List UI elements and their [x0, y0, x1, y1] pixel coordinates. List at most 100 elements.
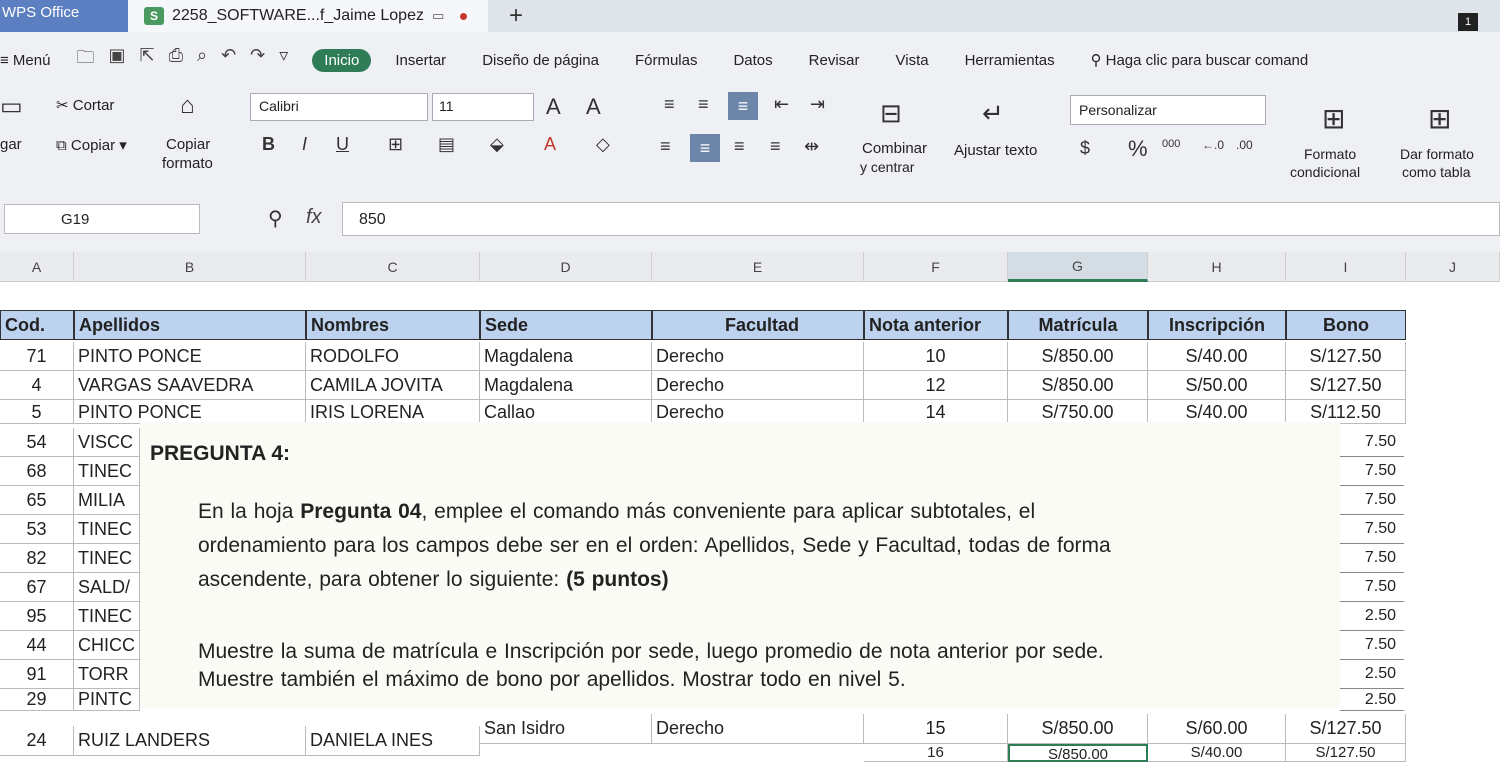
- eraser-icon[interactable]: ◇: [596, 134, 610, 155]
- cell[interactable]: Derecho: [652, 400, 864, 424]
- align-right-icon[interactable]: ≡: [734, 136, 745, 157]
- header-cell[interactable]: Facultad: [652, 310, 864, 340]
- column-header[interactable]: H: [1148, 252, 1286, 282]
- cell[interactable]: PINTC: [74, 689, 140, 711]
- cell[interactable]: S/112.50: [1286, 400, 1406, 424]
- cell[interactable]: 15: [864, 714, 1008, 744]
- decrease-indent-icon[interactable]: ⇤: [774, 94, 789, 115]
- format-painter-icon[interactable]: ⌂: [180, 92, 195, 120]
- cell[interactable]: RODOLFO: [306, 342, 480, 371]
- app-tab[interactable]: WPS Office: [0, 0, 128, 32]
- cut-button[interactable]: ✂ Cortar: [56, 96, 114, 114]
- paste-button[interactable]: gar: [0, 136, 22, 153]
- cell[interactable]: 68: [0, 457, 74, 486]
- copy-button[interactable]: ⧉ Copiar ▾: [56, 136, 127, 154]
- column-header[interactable]: B: [74, 252, 306, 282]
- wrap-text-button[interactable]: Ajustar texto: [954, 142, 1037, 159]
- cell[interactable]: 65: [0, 486, 74, 515]
- cell[interactable]: TINEC: [74, 515, 140, 544]
- tab-datos[interactable]: Datos: [733, 52, 772, 69]
- align-middle-icon[interactable]: ≡: [698, 94, 709, 115]
- tab-inicio[interactable]: Inicio: [312, 48, 372, 72]
- grow-font-icon[interactable]: A: [546, 94, 561, 120]
- tab-revisar[interactable]: Revisar: [809, 52, 860, 69]
- distributed-icon[interactable]: ⇹: [804, 136, 819, 157]
- cell[interactable]: Derecho: [652, 714, 864, 744]
- column-header[interactable]: F: [864, 252, 1008, 282]
- paste-icon[interactable]: ▭: [0, 92, 23, 121]
- cell[interactable]: 29: [0, 689, 74, 711]
- conditional-format-button[interactable]: Formato: [1304, 146, 1356, 162]
- bono-cell[interactable]: 2.50: [1340, 660, 1404, 689]
- print-preview-icon[interactable]: ⌕: [197, 45, 207, 75]
- cell[interactable]: RUIZ LANDERS: [74, 726, 306, 756]
- cell[interactable]: S/50.00: [1148, 371, 1286, 400]
- borders-icon[interactable]: ⊞: [388, 134, 403, 155]
- redo-icon[interactable]: ↷: [250, 45, 265, 75]
- cell[interactable]: S/40.00: [1148, 744, 1286, 762]
- table-format-icon[interactable]: ⊞: [1428, 102, 1451, 135]
- cell[interactable]: TINEC: [74, 602, 140, 631]
- cell[interactable]: DANIELA INES: [306, 726, 480, 756]
- open-folder-icon[interactable]: 🗀: [76, 45, 94, 75]
- cell[interactable]: S/127.50: [1286, 714, 1406, 744]
- tab-diseno-pagina[interactable]: Diseño de página: [482, 52, 599, 69]
- print-icon[interactable]: ⎙: [169, 45, 183, 75]
- conditional-format-icon[interactable]: ⊞: [1322, 102, 1345, 135]
- cell[interactable]: TORR: [74, 660, 140, 689]
- cell[interactable]: 53: [0, 515, 74, 544]
- cell[interactable]: Derecho: [652, 342, 864, 371]
- document-tab[interactable]: S 2258_SOFTWARE...f_Jaime Lopez ▭: [128, 0, 488, 32]
- currency-icon[interactable]: $: [1080, 138, 1090, 159]
- italic-button[interactable]: I: [302, 134, 307, 155]
- cell[interactable]: 12: [864, 371, 1008, 400]
- increase-indent-icon[interactable]: ⇥: [810, 94, 825, 115]
- font-name-select[interactable]: Calibri: [250, 93, 428, 121]
- number-format-select[interactable]: Personalizar: [1070, 95, 1266, 125]
- copy-format-button[interactable]: Copiar: [166, 136, 210, 153]
- align-center-icon[interactable]: ≡: [690, 134, 720, 162]
- cell[interactable]: S/850.00: [1008, 714, 1148, 744]
- align-bottom-icon[interactable]: ≡: [728, 92, 758, 120]
- header-cell[interactable]: Inscripción: [1148, 310, 1286, 340]
- formula-input[interactable]: 850: [342, 202, 1500, 236]
- cell[interactable]: IRIS LORENA: [306, 400, 480, 424]
- cell[interactable]: S/60.00: [1148, 714, 1286, 744]
- cell[interactable]: VISCC: [74, 428, 140, 457]
- bono-cell[interactable]: 7.50: [1340, 631, 1404, 660]
- command-search[interactable]: ⚲ Haga clic para buscar comand: [1091, 51, 1309, 70]
- undo-icon[interactable]: ↶: [221, 45, 236, 75]
- cell[interactable]: 4: [0, 371, 74, 400]
- tab-vista[interactable]: Vista: [896, 52, 929, 69]
- merge-center-icon[interactable]: ⊟: [880, 98, 902, 129]
- new-tab-button[interactable]: +: [488, 0, 544, 32]
- cell[interactable]: 82: [0, 544, 74, 573]
- bold-button[interactable]: B: [262, 134, 275, 155]
- header-cell[interactable]: Bono: [1286, 310, 1406, 340]
- font-size-select[interactable]: 11: [432, 93, 534, 121]
- cell[interactable]: 14: [864, 400, 1008, 424]
- decrease-decimal-icon[interactable]: .00: [1236, 138, 1253, 152]
- fill-color-icon[interactable]: ⬙: [490, 134, 504, 155]
- window-count-badge[interactable]: 1: [1458, 13, 1478, 31]
- name-box[interactable]: G19: [4, 204, 200, 234]
- column-header[interactable]: D: [480, 252, 652, 282]
- merge-center-button[interactable]: Combinar: [862, 140, 927, 157]
- cell[interactable]: 44: [0, 631, 74, 660]
- cell[interactable]: Magdalena: [480, 342, 652, 371]
- menu-button[interactable]: ≡ Menú: [0, 52, 50, 69]
- cell[interactable]: S/850.00: [1008, 371, 1148, 400]
- cell[interactable]: TINEC: [74, 457, 140, 486]
- customize-chevron-icon[interactable]: ▿: [279, 45, 288, 75]
- increase-decimal-icon[interactable]: ←.0: [1202, 138, 1224, 152]
- column-header[interactable]: I: [1286, 252, 1406, 282]
- cell[interactable]: Derecho: [652, 371, 864, 400]
- align-left-icon[interactable]: ≡: [660, 136, 671, 157]
- cell[interactable]: 24: [0, 726, 74, 756]
- header-cell[interactable]: Cod.: [0, 310, 74, 340]
- cell[interactable]: 95: [0, 602, 74, 631]
- column-header[interactable]: C: [306, 252, 480, 282]
- column-header[interactable]: J: [1406, 252, 1500, 282]
- table-format-button[interactable]: Dar formato: [1400, 146, 1474, 162]
- cell[interactable]: S/127.50: [1286, 744, 1406, 762]
